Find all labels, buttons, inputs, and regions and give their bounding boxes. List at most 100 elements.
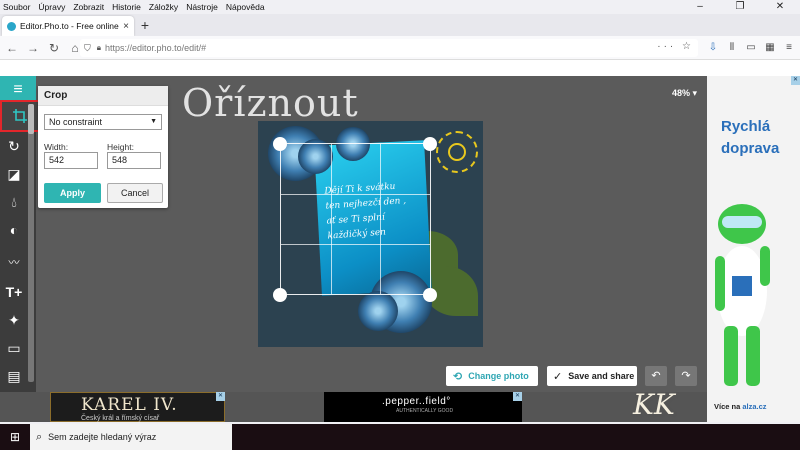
texture-icon[interactable]: ▤	[0, 362, 28, 390]
ad-footer[interactable]: Více na alza.cz	[714, 402, 767, 411]
crop-constraint-select[interactable]: No constraint ▼	[44, 114, 162, 130]
ad-close-icon[interactable]: ✕	[513, 392, 522, 401]
tab-strip: Editor.Pho.to - Free online photo × +	[0, 14, 800, 36]
crop-grid-line	[281, 193, 430, 195]
download-icon[interactable]: ⇩	[706, 39, 720, 57]
crop-panel: Crop No constraint ▼ Width: Height: 542 …	[38, 86, 168, 208]
text-icon[interactable]: T+	[0, 278, 28, 306]
crop-handle-bottom-left[interactable]	[273, 288, 287, 302]
pepper-ad-title: .pepper..field°	[382, 396, 451, 407]
back-icon[interactable]: ←	[3, 39, 21, 57]
page-actions-icon[interactable]: ··· ☆	[657, 41, 694, 52]
ad-headline: Rychlá doprava	[721, 116, 779, 160]
tab-close-icon[interactable]: ×	[123, 21, 129, 32]
zoom-level-dropdown[interactable]: 48% ▾	[672, 88, 697, 99]
change-photo-icon: ⟲	[453, 370, 463, 383]
ad-footer-brand: alza.cz	[742, 402, 767, 411]
crop-selection-box[interactable]	[280, 143, 431, 295]
menu-view[interactable]: Zobrazit	[73, 2, 104, 12]
pepper-field-ad-banner[interactable]: .pepper..field° AUTHENTICALLY GOOD ✕	[324, 392, 522, 422]
url-text: https://editor.pho.to/edit/#	[105, 43, 207, 53]
change-photo-button[interactable]: ⟲ Change photo	[446, 366, 538, 386]
alza-mascot-image	[715, 204, 770, 386]
browser-tab-editor[interactable]: Editor.Pho.to - Free online photo ×	[2, 16, 134, 36]
tool-sidebar: ≡ ↻ ◪ 💧︎ ◐ 〰 T+ ✦ ▭ ▤	[0, 76, 40, 392]
menu-history[interactable]: Historie	[112, 2, 141, 12]
reload-icon[interactable]: ↻	[45, 39, 63, 57]
extensions-icon[interactable]: ▦	[763, 39, 777, 57]
toolbar-scrollbar-thumb[interactable]	[28, 104, 34, 134]
ad-headline-line: Rychlá	[721, 118, 771, 135]
pepper-ad-subtitle: AUTHENTICALLY GOOD	[396, 408, 454, 414]
search-icon: ⌕	[36, 430, 43, 443]
exposure-icon[interactable]: ◪	[0, 160, 28, 188]
rotate-icon[interactable]: ↻	[0, 132, 28, 160]
author-watermark: KK	[633, 388, 675, 421]
library-icon[interactable]: ⫴	[725, 39, 739, 57]
menu-help[interactable]: Nápověda	[226, 2, 265, 12]
toolbar-scrollbar[interactable]	[28, 104, 34, 382]
new-tab-button[interactable]: +	[137, 17, 153, 33]
page-top-gap	[0, 60, 800, 76]
crop-icon[interactable]	[0, 100, 40, 132]
menu-bookmarks[interactable]: Záložky	[149, 2, 178, 12]
cancel-button[interactable]: Cancel	[107, 183, 163, 203]
url-bar[interactable]: ⛉ 🔒︎ https://editor.pho.to/edit/# ··· ☆	[80, 39, 698, 57]
ad-headline-line: doprava	[721, 140, 780, 157]
save-and-share-label: Save and share	[568, 371, 635, 381]
ad-close-icon[interactable]: ✕	[216, 392, 225, 401]
menu-edit[interactable]: Úpravy	[38, 2, 65, 12]
contrast-icon[interactable]: ◐	[0, 216, 28, 244]
sun-core-decoration	[448, 143, 466, 161]
redo-button[interactable]: ↷	[675, 366, 697, 386]
ad-close-icon[interactable]: ✕	[791, 76, 800, 85]
crop-grid-line	[380, 144, 382, 294]
mustache-icon[interactable]: 〰	[0, 248, 28, 276]
karel-ad-title: KAREL IV.	[81, 395, 178, 415]
crop-constraint-value: No constraint	[49, 117, 103, 127]
crop-handle-top-right[interactable]	[423, 137, 437, 151]
crop-handle-bottom-right[interactable]	[423, 288, 437, 302]
height-input[interactable]: 548	[107, 152, 161, 169]
windows-start-icon[interactable]: ⊞	[0, 424, 30, 450]
save-and-share-button[interactable]: ✓ Save and share	[547, 366, 637, 386]
tab-title: Editor.Pho.to - Free online photo	[20, 21, 120, 31]
close-window-button[interactable]: ✕	[760, 0, 800, 14]
forward-icon[interactable]: →	[24, 39, 42, 57]
crop-grid-line	[281, 243, 430, 245]
rose-decoration	[358, 291, 398, 331]
maximize-button[interactable]: ❐	[720, 0, 760, 14]
height-label: Height:	[107, 142, 134, 152]
undo-button[interactable]: ↶	[645, 366, 667, 386]
taskbar-search-box[interactable]: ⌕ Sem zadejte hledaný výraz	[30, 424, 232, 450]
crop-panel-title: Crop	[38, 86, 168, 106]
nav-right-icons: ⇩ ⫴ ▭ ▦ ≡	[706, 39, 796, 57]
tutorial-overlay-title: Oříznout	[182, 81, 359, 125]
change-photo-label: Change photo	[468, 371, 529, 381]
taskbar-search-placeholder: Sem zadejte hledaný výraz	[48, 432, 157, 442]
minimize-button[interactable]: –	[680, 0, 720, 14]
lock-icon: 🔒︎	[96, 43, 102, 52]
sidebar-icon[interactable]: ▭	[744, 39, 758, 57]
checkmark-icon: ✓	[553, 370, 563, 383]
karel-ad-subtitle: Český král a římský císař	[81, 415, 160, 422]
window-controls: – ❐ ✕	[680, 0, 800, 14]
frame-icon[interactable]: ▭	[0, 334, 28, 362]
crop-handle-top-left[interactable]	[273, 137, 287, 151]
menu-tools[interactable]: Nástroje	[186, 2, 218, 12]
width-label: Width:	[44, 142, 69, 152]
nav-bar: ← → ↻ ⌂ ⛉ 🔒︎ https://editor.pho.to/edit/…	[0, 36, 800, 60]
crop-grid-line	[330, 144, 332, 294]
chevron-down-icon: ▼	[150, 118, 157, 125]
karel-ad-banner[interactable]: KAREL IV. Český král a římský císař ✕	[50, 392, 225, 422]
windows-taskbar: ⊞ ⌕ Sem zadejte hledaný výraz	[0, 424, 800, 450]
shield-icon: ⛉	[84, 42, 91, 53]
ad-footer-text: Více na	[714, 402, 741, 411]
favicon-icon	[7, 21, 16, 31]
menu-file[interactable]: Soubor	[3, 2, 30, 12]
magic-wand-icon[interactable]: ✦	[0, 306, 28, 334]
width-input[interactable]: 542	[44, 152, 98, 169]
hamburger-menu-icon[interactable]: ≡	[782, 39, 796, 57]
apply-button[interactable]: Apply	[44, 183, 101, 203]
color-icon[interactable]: 💧︎	[0, 188, 28, 216]
